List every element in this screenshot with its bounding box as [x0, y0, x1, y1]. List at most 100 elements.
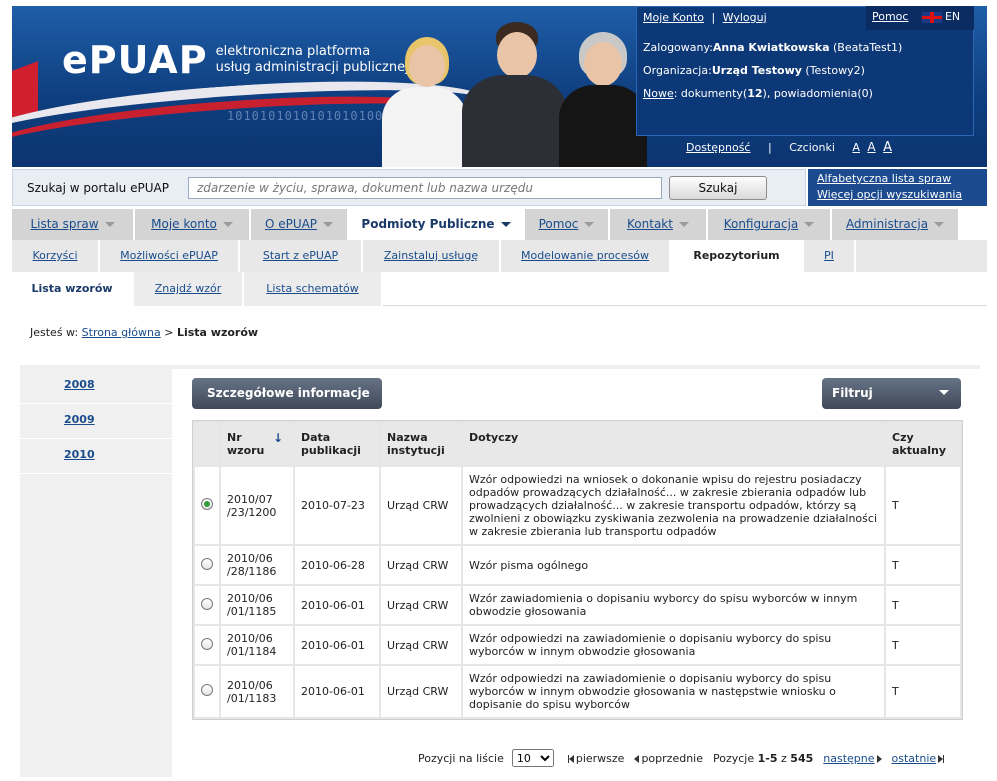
tab-label: Administracja [845, 217, 929, 231]
row-radio-button[interactable] [201, 684, 213, 696]
year-link-2010[interactable]: 2010 [64, 448, 95, 461]
chevron-down-icon [323, 222, 334, 227]
sub-tab-zainstaluj[interactable]: Zainstaluj usługę [363, 240, 501, 272]
user-login: (BeataTest1) [833, 41, 903, 54]
font-size-small-link[interactable]: A [852, 141, 860, 154]
tab-lista-schematow[interactable]: Lista schematów [244, 272, 383, 306]
row-radio-button[interactable] [201, 597, 213, 610]
sub-tab-mozliwosci[interactable]: Możliwości ePUAP [100, 240, 240, 272]
table-row[interactable]: 2010/06 /01/1183 2010-06-01 Urząd CRW Wzór … [195, 666, 960, 717]
person-man-image [462, 22, 567, 167]
row-radio-button[interactable] [201, 557, 213, 570]
my-account-link[interactable]: Moje Konto [643, 11, 704, 24]
main-nav: Lista spraw Moje konto O ePUAP Podmioty … [12, 209, 960, 240]
person-woman-2-image [557, 32, 647, 167]
triangle-left-icon [568, 754, 574, 763]
font-size-medium-link[interactable]: A [867, 140, 875, 154]
main-tab-administracja[interactable]: Administracja [832, 209, 960, 240]
more-search-options-link[interactable]: Więcej opcji wyszukiwania [817, 187, 978, 203]
table-row[interactable]: 2010/06 /01/1185 2010-06-01 Urząd CRW Wzór … [195, 586, 960, 624]
institution-name-cell: Urząd CRW [381, 586, 461, 624]
template-description-cell: Wzór odpowiedzi na zawiadomienie o dopis… [463, 666, 884, 717]
page-position: Pozycje 1-5 z 545 [713, 752, 813, 765]
is-current-flag: T [892, 499, 899, 512]
table-row[interactable]: 2010/06 /01/1184 2010-06-01 Urząd CRW Wzór … [195, 626, 960, 664]
template-description-cell: Wzór odpowiedzi na zawiadomienie o dopis… [463, 626, 884, 664]
main-tab-konfiguracja[interactable]: Konfiguracja [708, 209, 832, 240]
logout-link[interactable]: Wyloguj [723, 11, 767, 24]
sub-tab-korzysci[interactable]: Korzyści [12, 240, 100, 272]
breadcrumb-prefix: Jesteś w: [30, 326, 79, 339]
tab-znajdz-wzor[interactable]: Znajdź wzór [134, 272, 244, 306]
main-tab-o-epuap[interactable]: O ePUAP [251, 209, 349, 240]
tab-lista-wzorow[interactable]: Lista wzorów [12, 272, 134, 306]
publication-date: 2010-07-23 [301, 499, 365, 512]
row-radio-button[interactable] [201, 637, 213, 650]
breadcrumb-current: Lista wzorów [176, 326, 259, 339]
template-number-cell: 2010/07 /23/1200 [221, 467, 293, 544]
position-range: 1-5 [757, 751, 778, 765]
date-column-header: Data publikacji [295, 423, 379, 465]
organization-row: Organizacja:Urząd Testowy (Testowy2) [643, 64, 865, 77]
row-radio-button[interactable] [201, 498, 213, 510]
chevron-down-icon [939, 390, 949, 395]
publication-date-cell: 2010-07-23 [295, 467, 379, 544]
font-size-large-link[interactable]: A [883, 140, 892, 155]
uk-flag-icon[interactable] [921, 11, 942, 23]
template-description: Wzór odpowiedzi na zawiadomienie o dopis… [469, 672, 836, 711]
sub-tab-repozytorium[interactable]: Repozytorium [671, 240, 804, 272]
help-link[interactable]: Pomoc [872, 10, 908, 23]
year-item: 2008 [20, 369, 172, 404]
year-link-2008[interactable]: 2008 [64, 378, 95, 391]
logged-user-row: Zalogowany:Anna Kwiatkowska (BeataTest1) [643, 41, 902, 54]
main-tab-moje-konto[interactable]: Moje konto [135, 209, 251, 240]
main-tab-podmioty-publiczne[interactable]: Podmioty Publiczne [349, 209, 525, 240]
is-current-flag-cell: T [886, 467, 960, 544]
sort-down-arrow-icon[interactable]: ↓ [273, 431, 283, 445]
chevron-down-icon [104, 222, 115, 227]
next-label[interactable]: następne [823, 752, 874, 765]
sub-tab-start[interactable]: Start z ePUAP [240, 240, 363, 272]
last-label[interactable]: ostatnie [892, 752, 937, 765]
chevron-down-icon [500, 222, 511, 227]
epuap-logo[interactable]: ePUAP elektroniczna platforma usług admi… [62, 38, 409, 82]
next-page-link[interactable]: następne [823, 752, 882, 765]
publication-date: 2010-06-01 [301, 598, 365, 612]
last-page-link[interactable]: ostatnie [892, 752, 945, 765]
row-select-radio-cell [195, 626, 219, 664]
per-page-select[interactable]: 10 [511, 749, 554, 767]
table-row[interactable]: 2010/07 /23/1200 2010-07-23 Urząd CRW Wzór … [195, 467, 960, 544]
prev-page-link[interactable]: poprzednie [634, 752, 703, 765]
details-button[interactable]: Szczegółowe informacje [192, 378, 382, 409]
alphabetical-list-link[interactable]: Alfabetyczna lista spraw [817, 171, 978, 187]
table-header-row: Nr wzoru ↓ Data publikacji Nazwa instytuc… [195, 423, 960, 465]
template-description: Wzór zawiadomienia o dopisaniu wyborcy d… [469, 592, 858, 618]
main-tab-kontakt[interactable]: Kontakt [610, 209, 708, 240]
first-page-link[interactable]: pierwsze [567, 751, 625, 765]
table-row[interactable]: 2010/06 /28/1186 2010-06-28 Urząd CRW Wzór … [195, 546, 960, 584]
is-current-flag: T [892, 638, 899, 652]
main-tab-pomoc[interactable]: Pomoc [525, 209, 610, 240]
main-tab-lista-spraw[interactable]: Lista spraw [12, 209, 135, 240]
search-button[interactable]: Szukaj [669, 176, 767, 200]
first-label: pierwsze [575, 751, 625, 765]
new-items-link[interactable]: Nowe [643, 87, 674, 100]
nr-column-header[interactable]: Nr wzoru ↓ [221, 423, 293, 465]
sub-tab-pi[interactable]: PI [804, 240, 856, 272]
filter-button[interactable]: Filtruj [822, 378, 961, 409]
year-link-2009[interactable]: 2009 [64, 413, 95, 426]
row-select-radio-cell [195, 467, 219, 544]
publication-date-cell: 2010-06-01 [295, 626, 379, 664]
third-nav: Lista wzorów Znajdź wzór Lista schematów [12, 272, 987, 306]
accessibility-link[interactable]: Dostępność [686, 141, 750, 154]
breadcrumb-home-link[interactable]: Strona główna [82, 326, 161, 339]
publication-date-cell: 2010-06-28 [295, 546, 379, 584]
template-description: Wzór odpowiedzi na wniosek o dokonanie w… [469, 473, 877, 538]
search-input[interactable] [188, 177, 662, 199]
prev-label: poprzednie [641, 751, 703, 765]
chevron-down-icon [678, 222, 689, 227]
sub-tab-modelowanie[interactable]: Modelowanie procesów [501, 240, 671, 272]
lang-en-link[interactable]: EN [945, 10, 960, 23]
institution-name-cell: Urząd CRW [381, 666, 461, 717]
tab-label: Kontakt [627, 217, 673, 231]
